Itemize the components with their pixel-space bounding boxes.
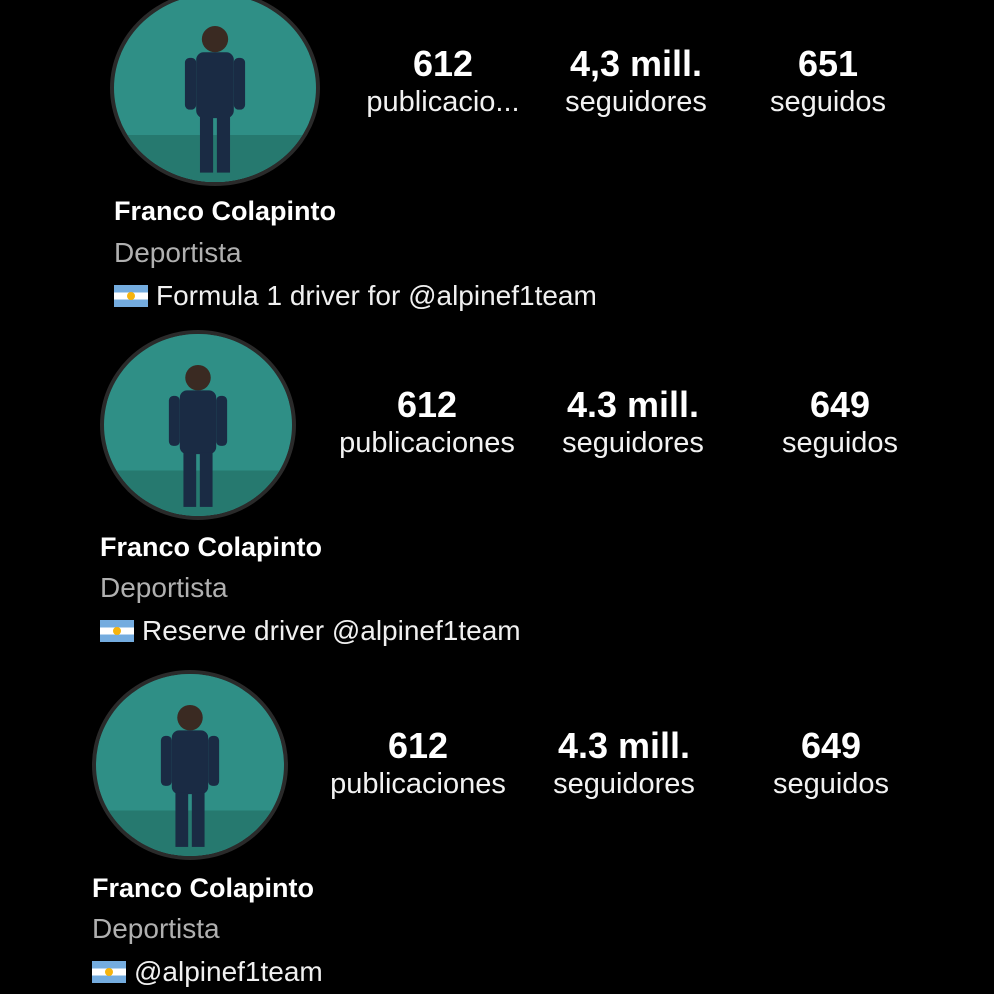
profile-category: Deportista xyxy=(92,913,220,944)
profile-bio: @alpinef1team xyxy=(92,956,323,988)
posts-count: 612 xyxy=(387,725,449,766)
followers-label: seguidores xyxy=(553,768,695,800)
stat-followers[interactable]: 4.3 mill. seguidores xyxy=(524,726,724,802)
stat-posts[interactable]: 612 publicaciones xyxy=(318,726,518,802)
posts-label: publicaciones xyxy=(330,768,506,800)
following-label: seguidos xyxy=(772,768,890,800)
bio-text[interactable]: @alpinef1team xyxy=(134,956,323,987)
driver-photo-icon xyxy=(99,674,281,856)
profile-avatar[interactable] xyxy=(92,670,288,860)
profile-name: Franco Colapinto xyxy=(92,873,314,903)
stat-following[interactable]: 649 seguidos xyxy=(731,726,931,802)
following-count: 649 xyxy=(800,725,862,766)
argentina-flag-icon xyxy=(92,961,126,983)
followers-count: 4.3 mill. xyxy=(557,725,691,766)
profile-header-3: 612 publicaciones 4.3 mill. seguidores 6… xyxy=(0,0,994,994)
